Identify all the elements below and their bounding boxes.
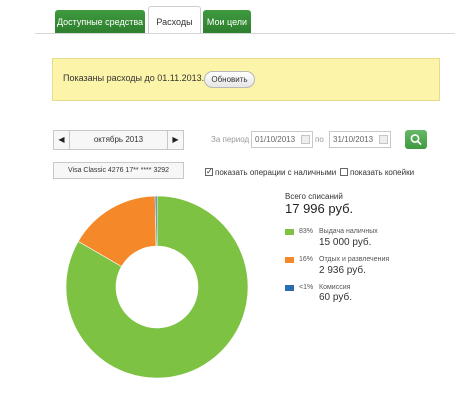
legend-label-commission: Комиссия bbox=[319, 284, 351, 291]
legend-label-cash: Выдача наличных bbox=[319, 228, 378, 235]
legend-label-leisure: Отдых и развлечения bbox=[319, 256, 390, 263]
legend-pct-commission: <1% bbox=[299, 284, 314, 291]
legend-swatch-commission bbox=[285, 285, 294, 291]
summary-total: 17 996 руб. bbox=[285, 201, 354, 216]
legend-swatch-cash bbox=[285, 229, 294, 235]
legend-value-cash: 15 000 руб. bbox=[319, 237, 372, 248]
legend-pct-leisure: 16% bbox=[299, 256, 314, 263]
summary-title: Всего списаний bbox=[285, 192, 343, 201]
legend-value-leisure: 2 936 руб. bbox=[319, 265, 366, 276]
legend-swatch-leisure bbox=[285, 257, 294, 263]
legend-value-commission: 60 руб. bbox=[319, 292, 352, 303]
legend-pct-cash: 83% bbox=[299, 228, 314, 235]
expenses-donut-chart bbox=[65, 195, 249, 379]
